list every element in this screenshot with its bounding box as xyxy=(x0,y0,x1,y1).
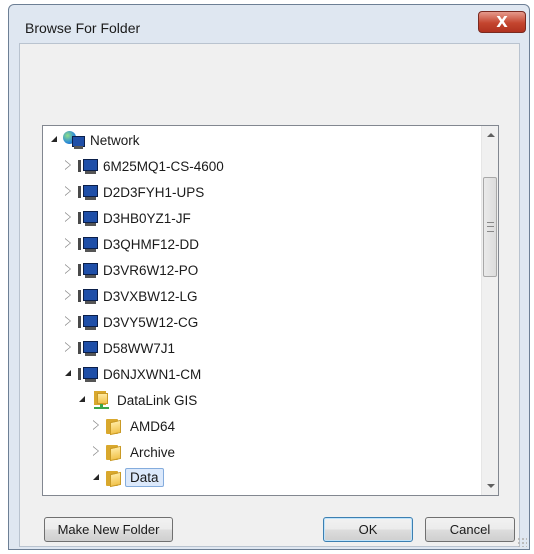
close-button[interactable]: X xyxy=(478,11,526,33)
expand-arrow-icon[interactable] xyxy=(79,396,85,402)
tree-item-label: D2D3FYH1-UPS xyxy=(103,185,205,200)
close-icon: X xyxy=(496,13,508,31)
computer-icon xyxy=(78,236,98,253)
window-title: Browse For Folder xyxy=(25,20,141,36)
dialog-client-area: Network 6M25MQ1-CS-4600 D2D3FYH1-UPS D3H… xyxy=(19,43,520,547)
tree-item-label: D3HB0YZ1-JF xyxy=(103,211,191,226)
expand-arrow-icon[interactable] xyxy=(51,136,57,142)
resize-grip-icon[interactable] xyxy=(517,537,527,547)
tree-item-label: D58WW7J1 xyxy=(103,341,176,356)
computer-icon xyxy=(78,262,98,279)
ok-button[interactable]: OK xyxy=(323,517,413,542)
network-icon xyxy=(63,131,85,149)
computer-icon xyxy=(78,366,98,383)
expand-arrow-icon[interactable] xyxy=(65,370,71,376)
computer-icon xyxy=(78,184,98,201)
folder-tree[interactable]: Network 6M25MQ1-CS-4600 D2D3FYH1-UPS D3H… xyxy=(42,125,499,496)
tree-item-label: DataLink GIS xyxy=(117,393,198,408)
folder-icon xyxy=(118,495,138,496)
computer-icon xyxy=(78,288,98,305)
scrollbar-thumb[interactable] xyxy=(483,177,497,277)
expand-arrow-icon[interactable] xyxy=(93,474,99,480)
scroll-up-arrow-icon[interactable] xyxy=(482,126,498,143)
tree-item-label: D3VXBW12-LG xyxy=(103,289,198,304)
tree-item-label: AMD64 xyxy=(130,419,176,434)
shared-folder-icon xyxy=(91,391,111,409)
folder-icon xyxy=(104,419,124,436)
scroll-down-arrow-icon[interactable] xyxy=(482,478,498,495)
tree-item-label: Network xyxy=(90,133,140,148)
tree-vertical-scrollbar[interactable] xyxy=(481,126,498,495)
instructions-text xyxy=(34,54,504,114)
computer-icon xyxy=(78,340,98,357)
make-new-folder-button[interactable]: Make New Folder xyxy=(44,517,173,542)
tree-item-label: D3VR6W12-PO xyxy=(103,263,199,278)
tree-item-label: Data xyxy=(125,468,164,487)
tree-item-label: D3VY5W12-CG xyxy=(103,315,199,330)
tree-item-label: 6M25MQ1-CS-4600 xyxy=(103,159,224,174)
browse-for-folder-dialog: Browse For Folder X Network 6M25MQ1-CS-4… xyxy=(8,4,530,550)
computer-icon xyxy=(78,158,98,175)
cancel-button[interactable]: Cancel xyxy=(425,517,515,542)
computer-icon xyxy=(78,210,98,227)
folder-icon xyxy=(104,445,124,462)
tree-item-label: D3QHMF12-DD xyxy=(103,237,200,252)
folder-icon xyxy=(104,471,124,488)
title-bar[interactable]: Browse For Folder X xyxy=(9,5,529,47)
tree-item-label: D6NJXWN1-CM xyxy=(103,367,202,382)
computer-icon xyxy=(78,314,98,331)
tree-item-label: Archive xyxy=(130,445,176,460)
